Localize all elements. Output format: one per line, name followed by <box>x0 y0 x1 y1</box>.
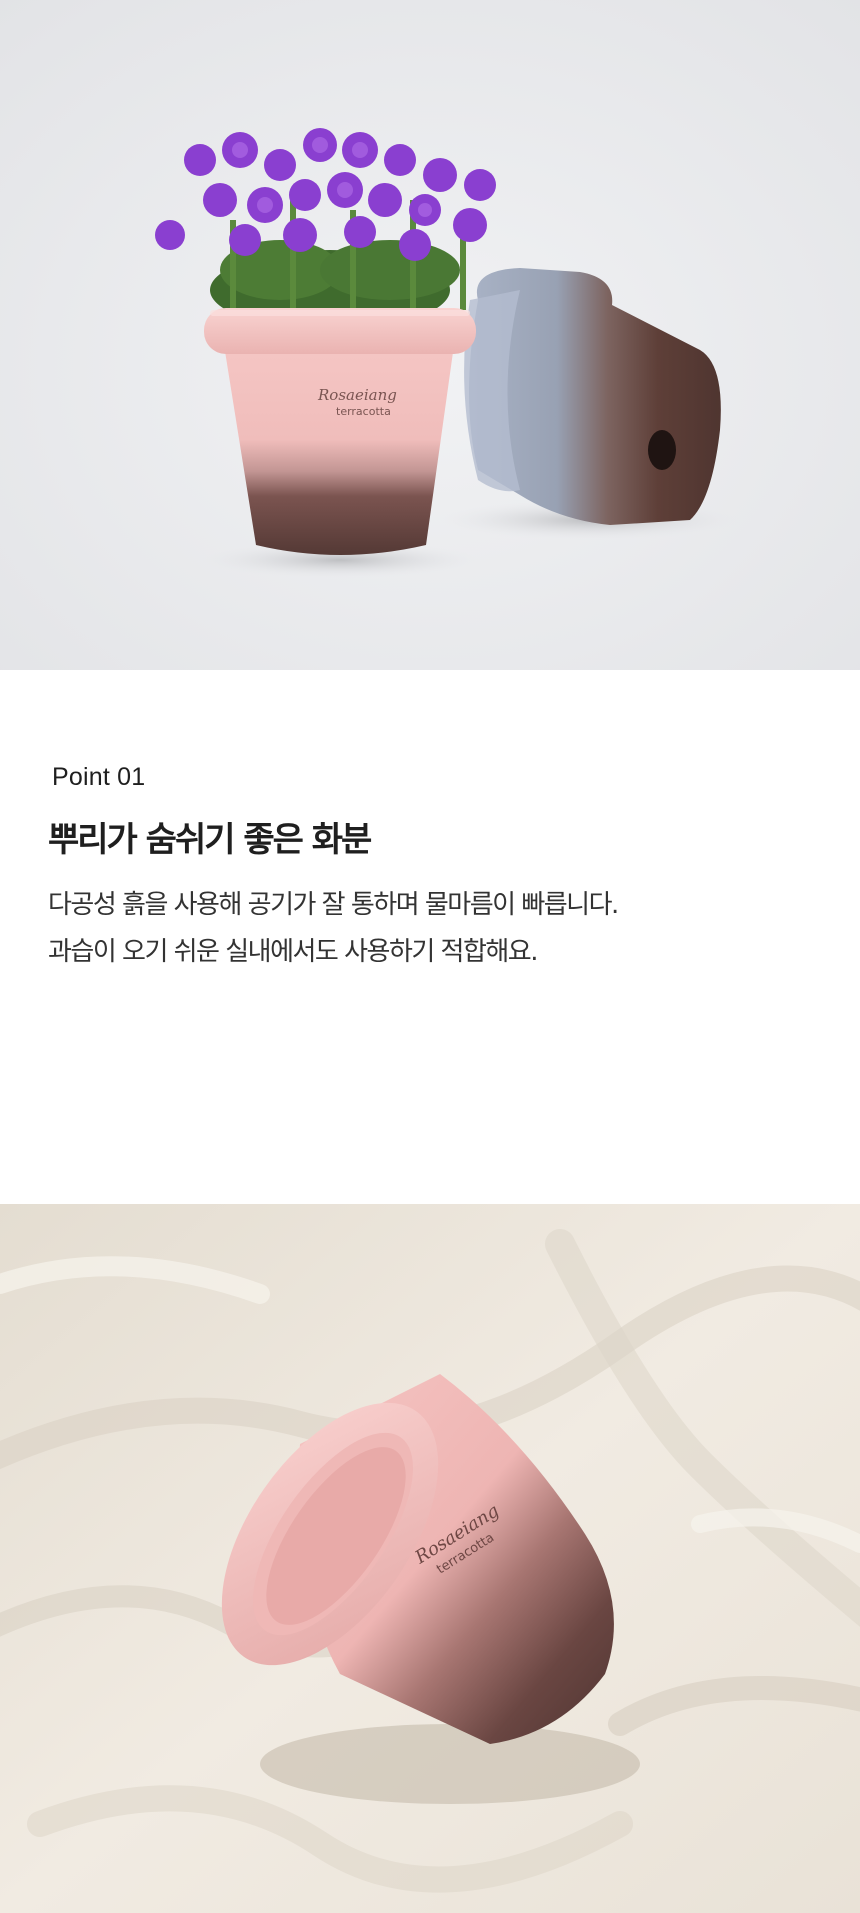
point-label: Point 01 <box>52 763 146 791</box>
engraving-brand: Rosaeiang <box>317 386 397 404</box>
product-photo-flowering-pot-svg: Rosaeiang terracotta <box>0 0 860 670</box>
product-photo-flowering-pot: Rosaeiang terracotta <box>0 0 860 670</box>
feature-headline: 뿌리가 숨쉬기 좋은 화분 <box>48 820 372 860</box>
description-line-2: 과습이 오기 쉬운 실내에서도 사용하기 적합해요. <box>48 937 539 967</box>
product-photo-pot-on-fabric-svg: Rosaeiang terracotta <box>0 1204 860 1913</box>
feature-text-block: Point 01 뿌리가 숨쉬기 좋은 화분 다공성 흙을 사용해 공기가 잘 … <box>48 760 828 976</box>
product-photo-pot-on-fabric: Rosaeiang terracotta <box>0 1204 860 1913</box>
feature-description: 다공성 흙을 사용해 공기가 잘 통하며 물마름이 빠릅니다. 과습이 오기 쉬… <box>48 882 828 976</box>
description-line-1: 다공성 흙을 사용해 공기가 잘 통하며 물마름이 빠릅니다. <box>48 890 619 920</box>
engraving-sub: terracotta <box>336 405 391 418</box>
